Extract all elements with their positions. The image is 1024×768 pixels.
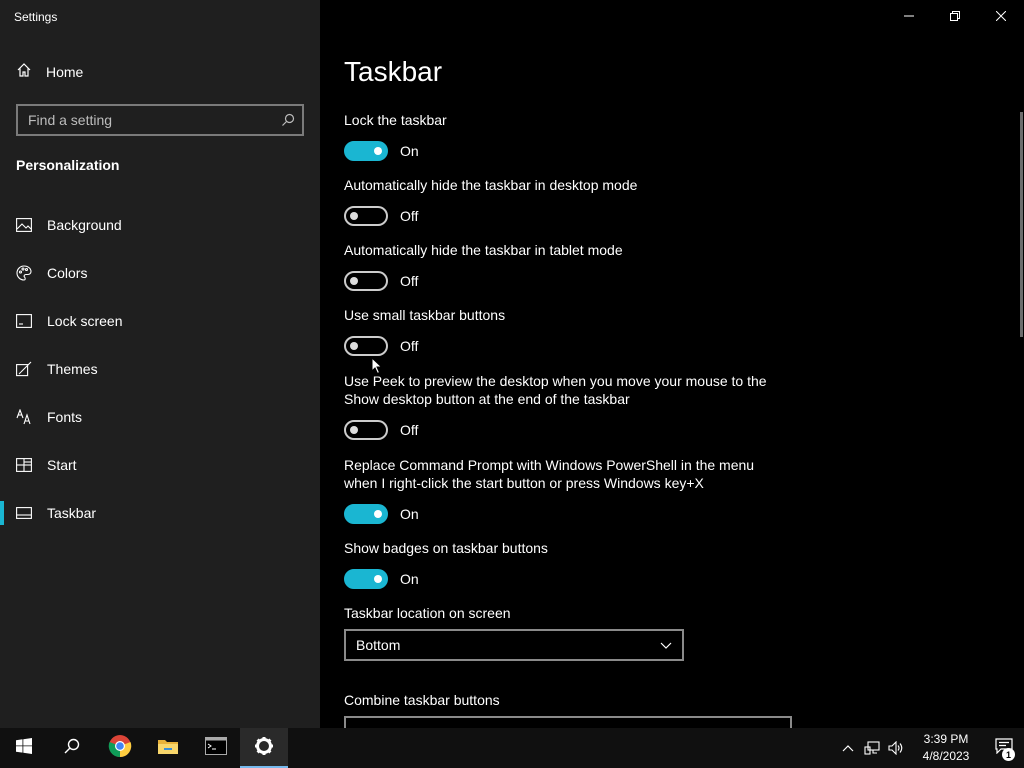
location-value: Bottom [356,637,401,653]
notification-badge: 1 [1002,748,1015,761]
toggle-state: Off [400,273,419,289]
mouse-cursor-icon [371,356,383,380]
sidebar: Settings Home Personalization Background… [0,0,320,728]
lock-screen-icon [16,313,32,329]
search-box[interactable] [16,104,304,136]
taskbar-icon [16,505,32,521]
clock[interactable]: 3:39 PM 4/8/2023 [908,731,984,765]
setting-label: Lock the taskbar [344,112,447,128]
page-title: Taskbar [344,56,443,87]
sidebar-nav: Background Colors Lock screen Themes Fon… [0,201,320,537]
network-icon[interactable] [860,728,884,768]
chevron-down-icon [660,637,672,653]
search-icon [64,738,80,759]
app-title: Settings [14,10,58,24]
taskbar-search-button[interactable] [48,728,96,768]
lock-taskbar-toggle[interactable] [344,141,388,161]
toggle-state: Off [400,338,419,354]
setting-combine: Combine taskbar buttons [344,691,784,709]
volume-icon[interactable] [884,728,908,768]
sidebar-item-label: Lock screen [47,313,123,329]
small-buttons-toggle[interactable] [344,336,388,356]
sidebar-item-background[interactable]: Background [0,201,320,249]
minimize-button[interactable] [886,0,932,32]
setting-location: Taskbar location on screen [344,604,784,622]
system-tray: 3:39 PM 4/8/2023 1 [836,728,1024,768]
setting-label: Replace Command Prompt with Windows Powe… [344,457,755,491]
clock-date: 4/8/2023 [922,749,970,763]
windows-taskbar: 3:39 PM 4/8/2023 1 [0,728,1024,768]
taskbar-terminal-button[interactable] [192,728,240,768]
clock-time: 3:39 PM [923,732,969,746]
setting-autohide-desktop: Automatically hide the taskbar in deskto… [344,176,784,226]
sidebar-item-fonts[interactable]: Fonts [0,393,320,441]
setting-badges: Show badges on taskbar buttons On [344,539,784,589]
scrollbar[interactable] [1020,112,1023,337]
restore-button[interactable] [932,0,978,32]
sidebar-item-themes[interactable]: Themes [0,345,320,393]
sidebar-item-start[interactable]: Start [0,441,320,489]
windows-logo-icon [16,737,32,759]
setting-label: Automatically hide the taskbar in deskto… [344,177,638,193]
palette-icon [16,265,32,281]
sidebar-item-lock-screen[interactable]: Lock screen [0,297,320,345]
sidebar-item-label: Colors [47,265,88,281]
home-icon [16,62,32,81]
toggle-state: Off [400,208,419,224]
setting-label: Show badges on taskbar buttons [344,540,548,556]
sidebar-item-label: Start [47,457,77,473]
toggle-state: On [400,506,419,522]
setting-small-buttons: Use small taskbar buttons Off [344,306,784,356]
start-layout-icon [16,457,32,473]
home-button[interactable]: Home [16,62,83,81]
autohide-desktop-toggle[interactable] [344,206,388,226]
sidebar-item-colors[interactable]: Colors [0,249,320,297]
terminal-icon [205,736,227,760]
sidebar-item-label: Fonts [47,409,83,425]
setting-label: Use Peek to preview the desktop when you… [344,373,767,407]
combine-dropdown[interactable] [344,716,792,728]
location-dropdown[interactable]: Bottom [344,629,684,661]
sidebar-item-taskbar[interactable]: Taskbar [0,489,320,537]
taskbar-settings-button[interactable] [240,728,288,768]
taskbar-chrome-button[interactable] [96,728,144,768]
toggle-state: On [400,571,419,587]
window-controls [886,0,1024,32]
toggle-state: On [400,143,419,159]
toggle-state: Off [400,422,419,438]
search-input[interactable] [18,106,274,134]
setting-peek: Use Peek to preview the desktop when you… [344,372,784,440]
setting-autohide-tablet: Automatically hide the taskbar in tablet… [344,241,784,291]
brush-icon [16,361,32,377]
picture-icon [16,217,32,233]
show-hidden-icons-button[interactable] [836,728,860,768]
chrome-icon [108,734,132,763]
action-center-button[interactable]: 1 [984,728,1024,768]
taskbar-explorer-button[interactable] [144,728,192,768]
section-title: Personalization [16,157,120,173]
badges-toggle[interactable] [344,569,388,589]
sidebar-item-label: Taskbar [47,505,97,521]
sidebar-item-label: Background [47,217,122,233]
gear-icon [254,736,274,761]
folder-icon [157,737,179,760]
setting-powershell: Replace Command Prompt with Windows Powe… [344,456,784,524]
autohide-tablet-toggle[interactable] [344,271,388,291]
search-icon[interactable] [274,113,302,127]
setting-label: Automatically hide the taskbar in tablet… [344,242,623,258]
home-label: Home [46,63,84,80]
sidebar-item-label: Themes [47,361,98,377]
combine-label: Combine taskbar buttons [344,692,500,708]
peek-toggle[interactable] [344,420,388,440]
start-button[interactable] [0,728,48,768]
font-icon [16,409,32,425]
powershell-toggle[interactable] [344,504,388,524]
close-button[interactable] [978,0,1024,32]
setting-label: Use small taskbar buttons [344,307,506,323]
main-panel: Taskbar Lock the taskbar On Automaticall… [320,0,1024,728]
location-label: Taskbar location on screen [344,605,511,621]
setting-lock-taskbar: Lock the taskbar On [344,111,784,161]
